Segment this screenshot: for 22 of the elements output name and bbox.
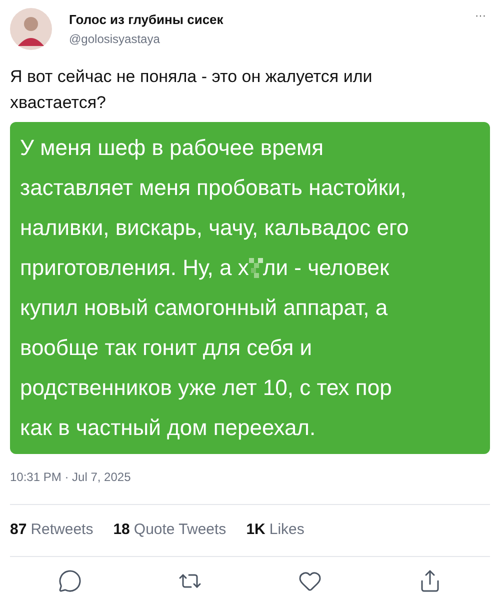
author-name[interactable]: Голос из глубины сисек — [69, 10, 224, 30]
message-text: заставляет меня пробовать настойки, — [20, 175, 406, 200]
stat-label[interactable]: Retweets — [30, 519, 94, 542]
stat-count[interactable]: 18 — [113, 519, 130, 542]
stat-label[interactable]: Likes — [269, 519, 304, 542]
avatar[interactable] — [10, 8, 52, 50]
message-text: родственников уже лет 10, с тех пор — [20, 375, 392, 400]
tweet-text: Я вот сейчас не поняла - это он жалуется или хвастается? — [10, 66, 374, 114]
stat-count[interactable]: 87 — [10, 519, 27, 542]
author-handle[interactable]: @golosisyastaya — [69, 30, 224, 48]
message-text: вообще так гонит для себя и — [20, 335, 312, 360]
message-text: приготовления. Ну, а х — [20, 255, 249, 280]
message-text: наливки, вискарь, чачу, кальвадос его — [20, 215, 409, 240]
timestamp[interactable]: 10:31 PM · Jul 7, 2025 — [10, 468, 490, 486]
message-text: как в частный дом переехал. — [20, 415, 316, 440]
message-text: ли - человек — [262, 255, 390, 280]
more-button[interactable]: ··· — [475, 8, 486, 24]
stat-label[interactable]: Quote Tweets — [134, 519, 226, 542]
message-text: купил новый самогонный аппарат, а — [20, 295, 388, 320]
stat-count[interactable]: 1K — [246, 519, 266, 542]
message-text: У меня шеф в рабочее время — [20, 135, 324, 160]
reply-icon[interactable] — [58, 568, 82, 592]
